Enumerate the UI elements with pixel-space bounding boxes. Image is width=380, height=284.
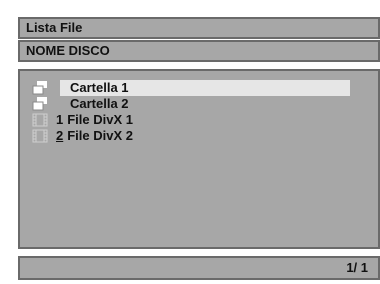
list-item-file-1[interactable]: 1 File DivX 1 — [30, 112, 350, 128]
item-number: 2 — [56, 128, 64, 143]
page-indicator-bar: 1/ 1 — [18, 256, 380, 280]
page-indicator: 1/ 1 — [346, 260, 368, 275]
file-list-panel: Cartella 1 Cartella 2 1 File DivX 1 2 Fi… — [18, 69, 380, 249]
window-title-bar: Lista File — [18, 17, 380, 39]
item-label: Cartella 1 — [70, 80, 129, 95]
list-item-folder-2[interactable]: Cartella 2 — [30, 96, 350, 112]
list-item-folder-1[interactable]: Cartella 1 — [30, 80, 350, 96]
item-label: Cartella 2 — [70, 96, 129, 111]
disc-name: NOME DISCO — [26, 43, 110, 58]
list-item-file-2[interactable]: 2 File DivX 2 — [30, 128, 350, 144]
window-title: Lista File — [26, 20, 83, 35]
film-icon — [32, 129, 48, 143]
film-icon — [32, 113, 48, 127]
item-label: File DivX 2 — [67, 128, 133, 143]
folder-icon — [32, 97, 47, 111]
disc-name-bar: NOME DISCO — [18, 40, 380, 62]
item-number: 1 — [56, 112, 64, 127]
item-label: File DivX 1 — [67, 112, 133, 127]
folder-icon — [32, 81, 47, 95]
